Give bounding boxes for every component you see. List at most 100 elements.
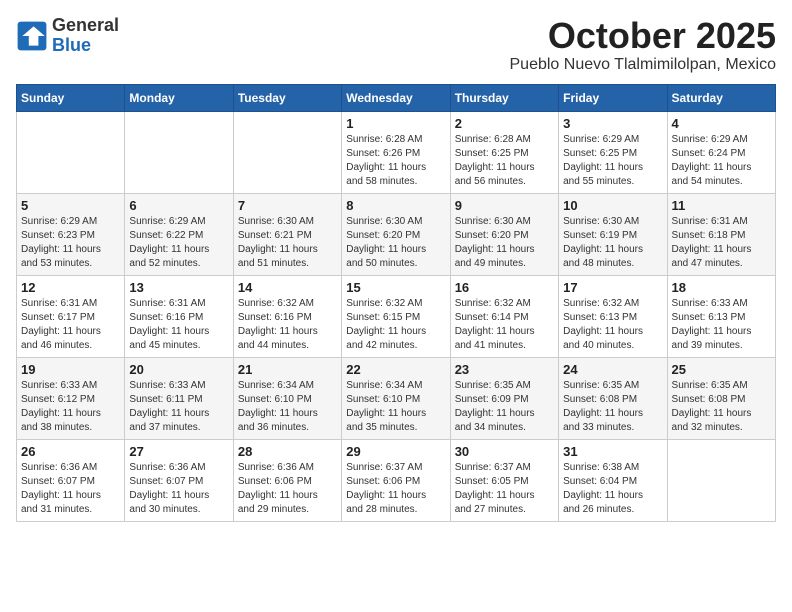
- day-info: Sunrise: 6:30 AM Sunset: 6:21 PM Dayligh…: [238, 215, 337, 271]
- day-number: 30: [455, 444, 554, 459]
- day-info: Sunrise: 6:37 AM Sunset: 6:06 PM Dayligh…: [346, 461, 445, 517]
- logo: General Blue: [16, 16, 119, 56]
- calendar-cell: 29 Sunrise: 6:37 AM Sunset: 6:06 PM Dayli…: [342, 439, 450, 521]
- day-info: Sunrise: 6:36 AM Sunset: 6:07 PM Dayligh…: [129, 461, 228, 517]
- day-number: 26: [21, 444, 120, 459]
- calendar-cell: 27 Sunrise: 6:36 AM Sunset: 6:07 PM Dayli…: [125, 439, 233, 521]
- day-number: 4: [672, 116, 771, 131]
- day-number: 23: [455, 362, 554, 377]
- calendar-cell: 15 Sunrise: 6:32 AM Sunset: 6:15 PM Dayli…: [342, 275, 450, 357]
- day-info: Sunrise: 6:35 AM Sunset: 6:09 PM Dayligh…: [455, 379, 554, 435]
- day-info: Sunrise: 6:34 AM Sunset: 6:10 PM Dayligh…: [346, 379, 445, 435]
- day-number: 15: [346, 280, 445, 295]
- weekday-header-friday: Friday: [559, 84, 667, 111]
- calendar-cell: [233, 111, 341, 193]
- calendar-cell: 12 Sunrise: 6:31 AM Sunset: 6:17 PM Dayli…: [17, 275, 125, 357]
- page-header: General Blue October 2025 Pueblo Nuevo T…: [16, 16, 776, 74]
- calendar-cell: 23 Sunrise: 6:35 AM Sunset: 6:09 PM Dayli…: [450, 357, 558, 439]
- day-info: Sunrise: 6:32 AM Sunset: 6:16 PM Dayligh…: [238, 297, 337, 353]
- day-number: 6: [129, 198, 228, 213]
- day-number: 5: [21, 198, 120, 213]
- day-info: Sunrise: 6:32 AM Sunset: 6:13 PM Dayligh…: [563, 297, 662, 353]
- calendar-cell: 5Sunrise: 6:29 AM Sunset: 6:23 PM Daylig…: [17, 193, 125, 275]
- day-number: 25: [672, 362, 771, 377]
- calendar-cell: 9 Sunrise: 6:30 AM Sunset: 6:20 PM Daylig…: [450, 193, 558, 275]
- title-block: October 2025 Pueblo Nuevo Tlalmimilolpan…: [510, 16, 777, 74]
- day-number: 22: [346, 362, 445, 377]
- calendar-week-row: 1 Sunrise: 6:28 AM Sunset: 6:26 PM Daylig…: [17, 111, 776, 193]
- day-info: Sunrise: 6:32 AM Sunset: 6:14 PM Dayligh…: [455, 297, 554, 353]
- calendar-cell: 13Sunrise: 6:31 AM Sunset: 6:16 PM Dayli…: [125, 275, 233, 357]
- calendar-week-row: 26 Sunrise: 6:36 AM Sunset: 6:07 PM Dayli…: [17, 439, 776, 521]
- weekday-header-thursday: Thursday: [450, 84, 558, 111]
- calendar-week-row: 19 Sunrise: 6:33 AM Sunset: 6:12 PM Dayli…: [17, 357, 776, 439]
- day-info: Sunrise: 6:30 AM Sunset: 6:20 PM Dayligh…: [455, 215, 554, 271]
- day-info: Sunrise: 6:29 AM Sunset: 6:24 PM Dayligh…: [672, 133, 771, 189]
- weekday-header-wednesday: Wednesday: [342, 84, 450, 111]
- weekday-header-row: SundayMondayTuesdayWednesdayThursdayFrid…: [17, 84, 776, 111]
- month-title: October 2025: [510, 16, 777, 56]
- day-number: 12: [21, 280, 120, 295]
- day-info: Sunrise: 6:28 AM Sunset: 6:26 PM Dayligh…: [346, 133, 445, 189]
- calendar-cell: 8Sunrise: 6:30 AM Sunset: 6:20 PM Daylig…: [342, 193, 450, 275]
- calendar-table: SundayMondayTuesdayWednesdayThursdayFrid…: [16, 84, 776, 522]
- logo-general-text: General: [52, 15, 119, 35]
- calendar-cell: 30 Sunrise: 6:37 AM Sunset: 6:05 PM Dayli…: [450, 439, 558, 521]
- logo-blue-text: Blue: [52, 35, 91, 55]
- weekday-header-sunday: Sunday: [17, 84, 125, 111]
- day-number: 28: [238, 444, 337, 459]
- day-number: 11: [672, 198, 771, 213]
- day-info: Sunrise: 6:35 AM Sunset: 6:08 PM Dayligh…: [672, 379, 771, 435]
- day-info: Sunrise: 6:29 AM Sunset: 6:25 PM Dayligh…: [563, 133, 662, 189]
- day-info: Sunrise: 6:36 AM Sunset: 6:06 PM Dayligh…: [238, 461, 337, 517]
- day-info: Sunrise: 6:29 AM Sunset: 6:22 PM Dayligh…: [129, 215, 228, 271]
- weekday-header-monday: Monday: [125, 84, 233, 111]
- day-info: Sunrise: 6:30 AM Sunset: 6:19 PM Dayligh…: [563, 215, 662, 271]
- day-number: 1: [346, 116, 445, 131]
- day-number: 9: [455, 198, 554, 213]
- calendar-cell: 21Sunrise: 6:34 AM Sunset: 6:10 PM Dayli…: [233, 357, 341, 439]
- calendar-cell: 22 Sunrise: 6:34 AM Sunset: 6:10 PM Dayli…: [342, 357, 450, 439]
- day-number: 10: [563, 198, 662, 213]
- calendar-cell: 16Sunrise: 6:32 AM Sunset: 6:14 PM Dayli…: [450, 275, 558, 357]
- calendar-cell: 19 Sunrise: 6:33 AM Sunset: 6:12 PM Dayli…: [17, 357, 125, 439]
- location-subtitle: Pueblo Nuevo Tlalmimilolpan, Mexico: [510, 56, 777, 74]
- day-number: 18: [672, 280, 771, 295]
- calendar-cell: 14Sunrise: 6:32 AM Sunset: 6:16 PM Dayli…: [233, 275, 341, 357]
- calendar-cell: [667, 439, 775, 521]
- day-number: 31: [563, 444, 662, 459]
- day-number: 24: [563, 362, 662, 377]
- calendar-cell: [125, 111, 233, 193]
- day-number: 27: [129, 444, 228, 459]
- day-info: Sunrise: 6:32 AM Sunset: 6:15 PM Dayligh…: [346, 297, 445, 353]
- day-info: Sunrise: 6:36 AM Sunset: 6:07 PM Dayligh…: [21, 461, 120, 517]
- calendar-cell: 1 Sunrise: 6:28 AM Sunset: 6:26 PM Daylig…: [342, 111, 450, 193]
- day-info: Sunrise: 6:37 AM Sunset: 6:05 PM Dayligh…: [455, 461, 554, 517]
- logo-icon: [16, 20, 48, 52]
- day-number: 7: [238, 198, 337, 213]
- calendar-cell: 20Sunrise: 6:33 AM Sunset: 6:11 PM Dayli…: [125, 357, 233, 439]
- calendar-week-row: 5Sunrise: 6:29 AM Sunset: 6:23 PM Daylig…: [17, 193, 776, 275]
- day-info: Sunrise: 6:31 AM Sunset: 6:17 PM Dayligh…: [21, 297, 120, 353]
- day-info: Sunrise: 6:38 AM Sunset: 6:04 PM Dayligh…: [563, 461, 662, 517]
- calendar-cell: 31 Sunrise: 6:38 AM Sunset: 6:04 PM Dayli…: [559, 439, 667, 521]
- day-number: 29: [346, 444, 445, 459]
- day-info: Sunrise: 6:30 AM Sunset: 6:20 PM Dayligh…: [346, 215, 445, 271]
- day-info: Sunrise: 6:33 AM Sunset: 6:12 PM Dayligh…: [21, 379, 120, 435]
- day-number: 3: [563, 116, 662, 131]
- day-info: Sunrise: 6:33 AM Sunset: 6:13 PM Dayligh…: [672, 297, 771, 353]
- day-number: 21: [238, 362, 337, 377]
- calendar-cell: [17, 111, 125, 193]
- day-number: 20: [129, 362, 228, 377]
- day-number: 2: [455, 116, 554, 131]
- day-number: 19: [21, 362, 120, 377]
- calendar-cell: 10 Sunrise: 6:30 AM Sunset: 6:19 PM Dayli…: [559, 193, 667, 275]
- calendar-cell: 11 Sunrise: 6:31 AM Sunset: 6:18 PM Dayli…: [667, 193, 775, 275]
- calendar-cell: 3 Sunrise: 6:29 AM Sunset: 6:25 PM Daylig…: [559, 111, 667, 193]
- calendar-cell: 24Sunrise: 6:35 AM Sunset: 6:08 PM Dayli…: [559, 357, 667, 439]
- day-info: Sunrise: 6:31 AM Sunset: 6:18 PM Dayligh…: [672, 215, 771, 271]
- day-number: 17: [563, 280, 662, 295]
- calendar-cell: 28 Sunrise: 6:36 AM Sunset: 6:06 PM Dayli…: [233, 439, 341, 521]
- calendar-cell: 26 Sunrise: 6:36 AM Sunset: 6:07 PM Dayli…: [17, 439, 125, 521]
- calendar-cell: 7 Sunrise: 6:30 AM Sunset: 6:21 PM Daylig…: [233, 193, 341, 275]
